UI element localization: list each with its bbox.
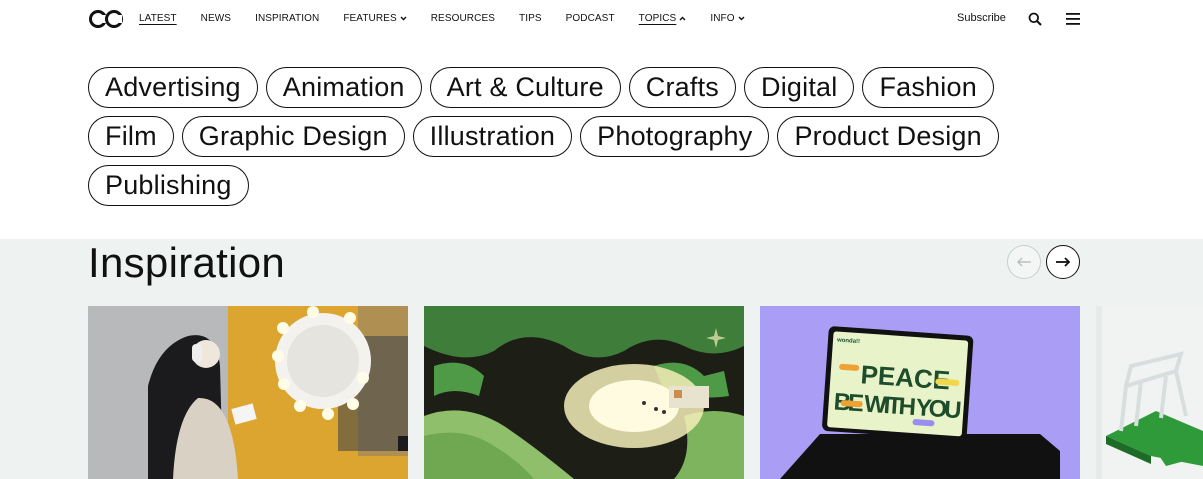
nav-link-label: NEWS	[200, 13, 232, 24]
nav-link-topics[interactable]: TOPICS	[639, 13, 687, 24]
arrow-left-icon	[1016, 257, 1031, 267]
chevron-down-icon	[738, 16, 745, 21]
laptop-line1-text: PEACE	[860, 359, 951, 395]
nav-link-latest[interactable]: LATEST	[139, 13, 177, 24]
section-title: Inspiration	[88, 239, 286, 286]
carousel-next-button[interactable]	[1046, 245, 1080, 279]
nav-link-tips[interactable]: TIPS	[519, 13, 542, 24]
nav-link-features[interactable]: FEATURES	[343, 13, 407, 24]
card-image	[424, 306, 744, 479]
nav-link-label: FEATURES	[343, 13, 397, 24]
nav-link-info[interactable]: INFO	[710, 13, 745, 24]
topic-row: Film Graphic Design Illustration Photogr…	[88, 116, 1048, 157]
nav-link-resources[interactable]: RESOURCES	[431, 13, 495, 24]
topic-pill-graphic-design[interactable]: Graphic Design	[181, 116, 405, 157]
card-image	[88, 306, 408, 479]
topic-pill-digital[interactable]: Digital	[744, 67, 855, 108]
nav-link-inspiration[interactable]: INSPIRATION	[255, 13, 319, 24]
topic-pill-animation[interactable]: Animation	[265, 67, 422, 108]
carousel-prev-button[interactable]	[1007, 245, 1041, 279]
topic-pill-art-culture[interactable]: Art & Culture	[429, 67, 621, 108]
nav-link-label: INFO	[710, 13, 735, 24]
inspiration-section: Inspiration wonda!! PEACE WITH YOU	[0, 239, 1203, 479]
nav-link-label: RESOURCES	[430, 13, 495, 24]
top-navigation: LATEST NEWS INSPIRATION FEATURES RESOURCES TI…	[0, 0, 1203, 38]
inspiration-card-isometric-object[interactable]	[1096, 306, 1203, 479]
nav-link-podcast[interactable]: PODCAST	[566, 13, 615, 24]
nav-link-label: TIPS	[518, 13, 542, 24]
nav-links: LATEST NEWS INSPIRATION FEATURES RESOURCES TI…	[139, 13, 745, 24]
topic-pill-product-design[interactable]: Product Design	[777, 116, 999, 157]
inspiration-card-maze-illustration[interactable]	[424, 306, 744, 479]
nav-link-label: LATEST	[139, 13, 177, 24]
menu-icon[interactable]	[1066, 13, 1080, 25]
inspiration-card-laptop-poster[interactable]: wonda!! PEACE BE WITH YOU	[760, 306, 1080, 479]
chevron-down-icon	[400, 16, 407, 21]
topic-pill-crafts[interactable]: Crafts	[628, 67, 737, 108]
topic-pill-photography[interactable]: Photography	[580, 116, 770, 157]
topic-pill-film[interactable]: Film	[88, 116, 174, 157]
topic-pill-fashion[interactable]: Fashion	[862, 67, 994, 108]
topic-pill-advertising[interactable]: Advertising	[88, 67, 258, 108]
nav-link-label: PODCAST	[565, 13, 615, 24]
card-image: wonda!! PEACE BE WITH YOU	[760, 306, 1080, 479]
inspiration-card-mirror-photo[interactable]	[88, 306, 408, 479]
topic-pill-publishing[interactable]: Publishing	[88, 165, 249, 206]
topic-row: Publishing	[88, 165, 1048, 206]
nav-link-label: TOPICS	[638, 13, 677, 24]
nav-link-label: INSPIRATION	[255, 13, 320, 24]
chevron-up-icon	[679, 16, 686, 21]
nav-link-news[interactable]: NEWS	[201, 13, 231, 24]
subscribe-link[interactable]: Subscribe	[957, 12, 1006, 24]
arrow-right-icon	[1056, 257, 1071, 267]
topic-row: Advertising Animation Art & Culture Craf…	[88, 67, 1048, 108]
topic-pill-illustration[interactable]: Illustration	[412, 116, 573, 157]
cc-logo[interactable]	[89, 10, 123, 28]
search-icon[interactable]	[1028, 12, 1042, 26]
card-image	[1096, 306, 1203, 479]
topics-list: Advertising Animation Art & Culture Craf…	[88, 67, 1048, 214]
